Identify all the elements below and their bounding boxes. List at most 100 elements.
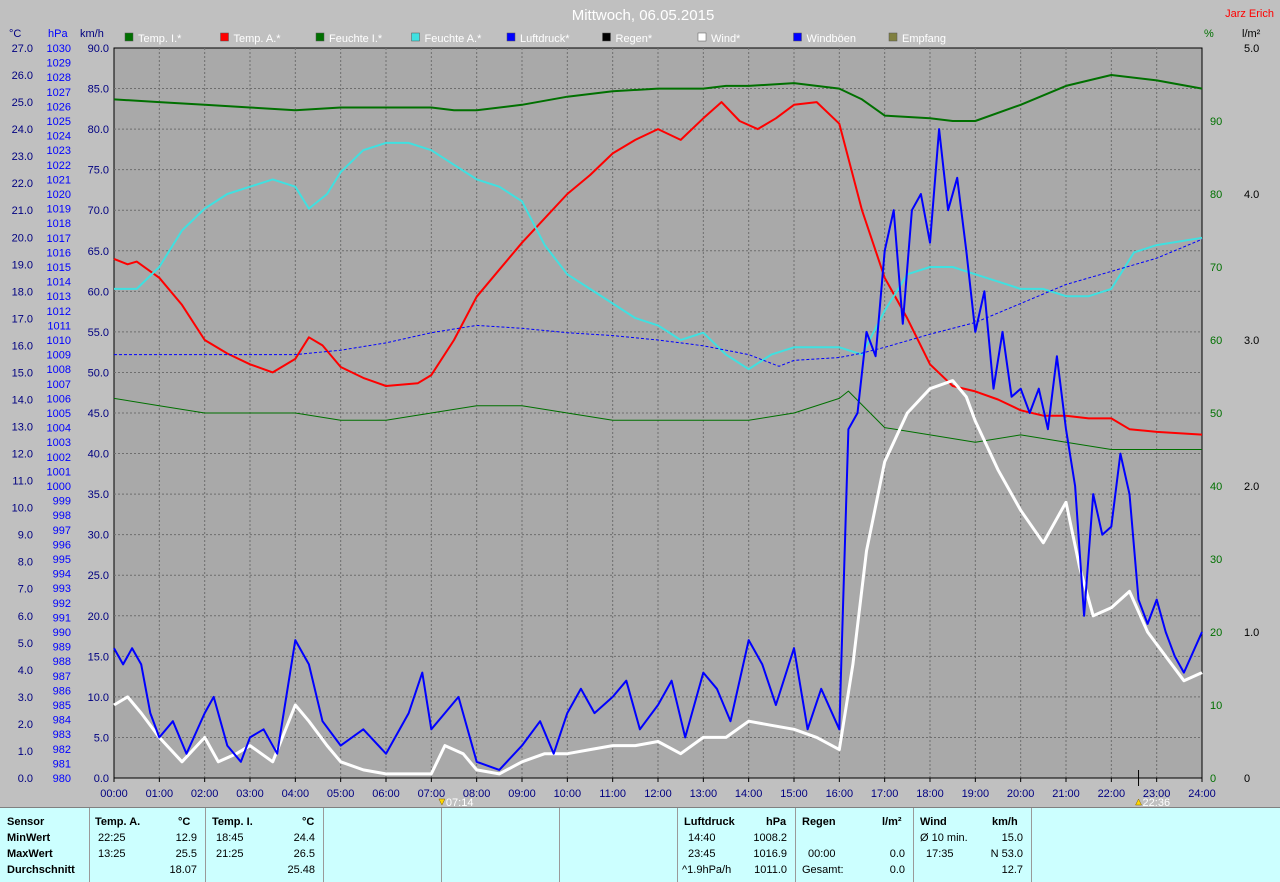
- legend-swatch: [411, 32, 420, 42]
- legend-label: Temp. I.*: [138, 33, 182, 45]
- pct-tick-label: 10: [1210, 700, 1222, 712]
- temp-tick-label: 5.0: [18, 638, 33, 650]
- kmh-tick-label: 90.0: [88, 43, 109, 55]
- temp-a-unit: °C: [178, 816, 191, 828]
- legend-swatch: [315, 32, 325, 42]
- rain-tick-label: 3.0: [1244, 335, 1259, 347]
- rain-tick-label: 1.0: [1244, 627, 1259, 639]
- unit-label-rain: l/m²: [1242, 28, 1261, 40]
- temp-tick-label: 21.0: [12, 205, 33, 217]
- hpa-tick-label: 998: [53, 510, 71, 522]
- temp-tick-label: 17.0: [12, 313, 33, 325]
- kmh-tick-label: 60.0: [88, 286, 109, 298]
- time-tick-label: 09:00: [508, 788, 536, 800]
- time-tick-label: 17:00: [871, 788, 899, 800]
- stats-col-empty-1: [324, 808, 442, 882]
- time-tick-label: 06:00: [372, 788, 400, 800]
- temp-tick-label: 23.0: [12, 151, 33, 163]
- hpa-tick-label: 1003: [47, 437, 71, 449]
- row-label-max: MaxWert: [7, 848, 53, 860]
- hpa-tick-label: 1015: [47, 262, 71, 274]
- time-tick-label: 21:00: [1052, 788, 1080, 800]
- kmh-tick-label: 25.0: [88, 570, 109, 582]
- author-label: Jarz Erich: [1225, 8, 1274, 20]
- hpa-tick-label: 1011: [47, 320, 71, 332]
- kmh-tick-label: 75.0: [88, 165, 109, 177]
- time-tick-label: 07:00: [418, 788, 446, 800]
- temp-tick-label: 26.0: [12, 70, 33, 82]
- kmh-tick-label: 65.0: [88, 246, 109, 258]
- kmh-tick-label: 5.0: [94, 732, 109, 744]
- hpa-tick-label: 999: [53, 496, 71, 508]
- time-tick-label: 16:00: [826, 788, 854, 800]
- pct-tick-label: 50: [1210, 408, 1222, 420]
- kmh-tick-label: 15.0: [88, 651, 109, 663]
- hpa-tick-label: 996: [53, 539, 71, 551]
- temp-i-header: Temp. I.: [212, 816, 253, 828]
- hpa-tick-label: 1014: [47, 277, 71, 289]
- hpa-tick-label: 1019: [47, 204, 71, 216]
- time-tick-label: 01:00: [146, 788, 174, 800]
- pct-tick-label: 0: [1210, 773, 1216, 785]
- temp-i-max-time: 21:25: [216, 848, 244, 860]
- hpa-tick-label: 1007: [47, 379, 71, 391]
- temp-tick-label: 4.0: [18, 665, 33, 677]
- hpa-tick-label: 997: [53, 525, 71, 537]
- hpa-tick-label: 991: [53, 612, 71, 624]
- unit-label-pct: %: [1204, 28, 1214, 40]
- stats-col-empty-3: [560, 808, 678, 882]
- temp-tick-label: 1.0: [18, 746, 33, 758]
- regen-total-label: Gesamt:: [802, 864, 844, 876]
- kmh-tick-label: 55.0: [88, 327, 109, 339]
- temp-i-unit: °C: [302, 816, 315, 828]
- time-tick-label: 04:00: [282, 788, 310, 800]
- kmh-tick-label: 40.0: [88, 449, 109, 461]
- hpa-tick-label: 988: [53, 656, 71, 668]
- hpa-tick-label: 985: [53, 700, 71, 712]
- rain-tick-label: 0: [1244, 773, 1250, 785]
- sunrise-icon: [438, 798, 446, 806]
- temp-tick-label: 2.0: [18, 719, 33, 731]
- sunset-label: 22:36: [1143, 797, 1171, 807]
- hpa-tick-label: 1030: [47, 43, 71, 55]
- time-tick-label: 24:00: [1188, 788, 1216, 800]
- legend-swatch: [506, 32, 516, 42]
- hpa-tick-label: 1027: [47, 87, 71, 99]
- pct-tick-label: 30: [1210, 554, 1222, 566]
- rain-tick-label: 4.0: [1244, 189, 1259, 201]
- rain-tick-label: 2.0: [1244, 481, 1259, 493]
- legend-swatch: [697, 32, 707, 42]
- statistics-panel: Sensor MinWert MaxWert Durchschnitt Temp…: [0, 807, 1280, 882]
- wind-header: Wind: [920, 816, 947, 828]
- hpa-tick-label: 987: [53, 671, 71, 683]
- temp-tick-label: 14.0: [12, 394, 33, 406]
- sensor-label: Sensor: [7, 816, 45, 828]
- time-tick-label: 05:00: [327, 788, 355, 800]
- temp-tick-label: 3.0: [18, 692, 33, 704]
- temp-a-min: 12.9: [175, 832, 197, 844]
- hpa-tick-label: 1024: [47, 131, 71, 143]
- stats-col-luftdruck: Luftdruck hPa 14:40 1008.2 23:45 1016.9 …: [678, 808, 796, 882]
- row-label-min: MinWert: [7, 832, 51, 844]
- legend-label: Feuchte A.*: [425, 33, 483, 45]
- kmh-tick-label: 45.0: [88, 408, 109, 420]
- legend-swatch: [888, 32, 898, 42]
- temp-tick-label: 7.0: [18, 584, 33, 596]
- pct-tick-label: 40: [1210, 481, 1222, 493]
- wind-day-avg: 12.7: [1001, 864, 1023, 876]
- legend-label: Temp. A.*: [234, 33, 282, 45]
- hpa-tick-label: 1017: [47, 233, 71, 245]
- pct-tick-label: 70: [1210, 262, 1222, 274]
- hpa-tick-label: 993: [53, 583, 71, 595]
- hpa-tick-label: 1004: [47, 423, 71, 435]
- hpa-tick-label: 1021: [47, 174, 71, 186]
- temp-tick-label: 27.0: [12, 43, 33, 55]
- temp-tick-label: 11.0: [12, 476, 33, 488]
- hpa-tick-label: 1018: [47, 218, 71, 230]
- regen-header: Regen: [802, 816, 836, 828]
- temp-a-max-time: 13:25: [98, 848, 126, 860]
- hpa-tick-label: 1010: [47, 335, 71, 347]
- kmh-tick-label: 0.0: [94, 773, 109, 785]
- legend-swatch: [124, 32, 134, 42]
- rain-tick-label: 5.0: [1244, 43, 1259, 55]
